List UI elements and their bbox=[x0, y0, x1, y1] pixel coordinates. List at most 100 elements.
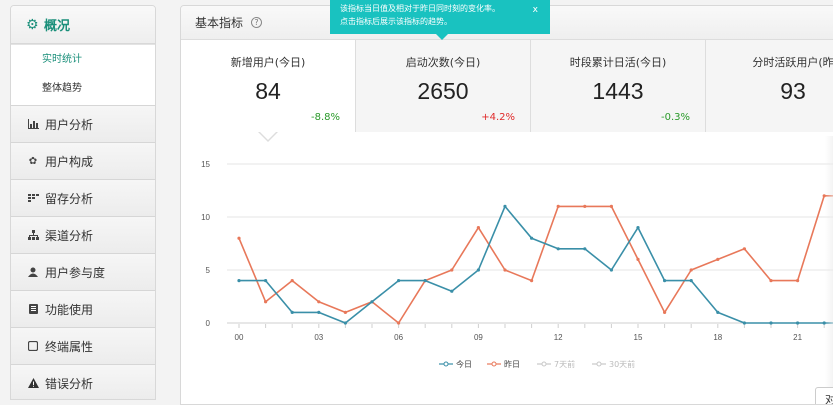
sidebar-subitem-realtime[interactable]: 实时统计 bbox=[11, 45, 155, 74]
data-point bbox=[556, 204, 560, 208]
tooltip-arrow bbox=[436, 34, 448, 40]
data-point bbox=[716, 257, 720, 261]
sidebar-item-label: 渠道分析 bbox=[45, 228, 94, 243]
y-tick-label: 0 bbox=[206, 319, 211, 328]
sidebar-item-label: 用户参与度 bbox=[45, 265, 106, 280]
sitemap-icon bbox=[27, 229, 39, 241]
data-point bbox=[609, 268, 613, 272]
legend-swatch-marker bbox=[491, 361, 497, 367]
data-point bbox=[689, 279, 693, 283]
warning-icon bbox=[27, 377, 39, 389]
data-point bbox=[583, 247, 587, 251]
sidebar-item-label: 用户构成 bbox=[45, 154, 94, 169]
data-point bbox=[742, 247, 747, 251]
data-point bbox=[476, 226, 480, 230]
sidebar-item-errors[interactable]: 错误分析 bbox=[11, 364, 155, 399]
data-point bbox=[609, 204, 613, 208]
sidebar-item-label: 用户分析 bbox=[45, 117, 94, 132]
active-metric-pointer bbox=[259, 131, 277, 140]
data-point bbox=[663, 310, 667, 314]
data-point bbox=[796, 321, 800, 325]
legend-swatch-marker bbox=[541, 361, 547, 367]
legend-label: 30天前 bbox=[609, 359, 635, 369]
data-point bbox=[450, 268, 454, 272]
data-point bbox=[370, 300, 374, 304]
data-point bbox=[689, 268, 693, 272]
data-point bbox=[237, 236, 241, 240]
data-point bbox=[317, 310, 321, 314]
data-point bbox=[290, 279, 294, 283]
x-tick-label: 00 bbox=[235, 333, 244, 342]
gear-icon: ⚙ bbox=[26, 16, 39, 33]
data-point bbox=[290, 310, 294, 314]
legend-label: 今日 bbox=[456, 359, 472, 369]
x-tick-label: 06 bbox=[394, 333, 403, 342]
data-point bbox=[343, 321, 347, 325]
data-point bbox=[530, 236, 534, 240]
legend-swatch-marker bbox=[443, 361, 449, 367]
data-point bbox=[716, 310, 720, 314]
sidebar-item-user-composition[interactable]: ✿ 用户构成 bbox=[11, 142, 155, 179]
legend-swatch-marker bbox=[596, 361, 602, 367]
data-point bbox=[317, 300, 321, 304]
sidebar-item-label: 终端属性 bbox=[45, 339, 94, 354]
x-tick-label: 18 bbox=[713, 333, 722, 342]
data-point bbox=[264, 279, 268, 283]
panel-edge-fade bbox=[825, 136, 833, 404]
y-tick-label: 10 bbox=[201, 213, 210, 222]
sidebar-item-retention[interactable]: 留存分析 bbox=[11, 179, 155, 216]
series-line-yesterday bbox=[238, 195, 833, 324]
sidebar-item-label: 留存分析 bbox=[45, 191, 94, 206]
data-point bbox=[583, 204, 587, 208]
data-point bbox=[742, 321, 747, 325]
data-point bbox=[769, 321, 773, 325]
data-point bbox=[397, 321, 401, 325]
trend-line-chart: 0 5 10 15 00 03 06 09 12 15 18 21 今日 昨日 7天前 30天前 bbox=[201, 160, 833, 369]
data-point bbox=[769, 279, 773, 283]
sidebar-header-label: 概况 bbox=[44, 19, 71, 34]
data-point bbox=[636, 226, 640, 230]
data-point bbox=[423, 279, 427, 283]
data-point bbox=[503, 204, 507, 208]
sidebar-header-overview[interactable]: ⚙ 概况 bbox=[11, 6, 155, 44]
sidebar-item-engagement[interactable]: 用户参与度 bbox=[11, 253, 155, 290]
users-cog-icon: ✿ bbox=[28, 155, 38, 167]
data-point bbox=[530, 279, 534, 283]
data-point bbox=[397, 279, 401, 283]
data-point bbox=[796, 279, 800, 283]
sidebar-item-label: 功能使用 bbox=[45, 302, 94, 317]
sidebar-item-user-analysis[interactable]: 用户分析 bbox=[11, 105, 155, 142]
main-panel: 基本指标 ? 新增用户(今日) 84 -8.8% 启动次数(今日) 2650 +… bbox=[180, 5, 833, 405]
tooltip-close-icon[interactable]: x bbox=[533, 4, 538, 17]
data-point bbox=[450, 289, 454, 293]
user-icon bbox=[27, 266, 39, 278]
sidebar-item-channel[interactable]: 渠道分析 bbox=[11, 216, 155, 253]
sidebar-item-device[interactable]: 终端属性 bbox=[11, 327, 155, 364]
sidebar-subitems: 实时统计 整体趋势 bbox=[11, 44, 155, 105]
data-point bbox=[503, 268, 507, 272]
y-tick-label: 15 bbox=[201, 160, 210, 169]
document-icon bbox=[27, 303, 39, 315]
y-tick-label: 5 bbox=[206, 266, 211, 275]
x-tick-label: 12 bbox=[554, 333, 563, 342]
data-point bbox=[264, 300, 268, 304]
data-point bbox=[556, 247, 560, 251]
retention-icon bbox=[27, 192, 39, 204]
sidebar-item-label: 错误分析 bbox=[45, 376, 94, 391]
data-point bbox=[476, 268, 480, 272]
legend-label: 昨日 bbox=[504, 359, 520, 369]
sidebar: ⚙ 概况 实时统计 整体趋势 用户分析 ✿ 用户构成 留存分析 渠道分析 用户参… bbox=[10, 5, 156, 400]
metric-tooltip: 该指标当日值及相对于昨日同时刻的变化率。 点击指标后展示该指标的趋势。 x bbox=[330, 0, 550, 34]
data-point bbox=[237, 279, 241, 283]
data-point bbox=[663, 279, 667, 283]
x-tick-label: 21 bbox=[793, 333, 802, 342]
sidebar-item-feature-usage[interactable]: 功能使用 bbox=[11, 290, 155, 327]
x-tick-label: 15 bbox=[634, 333, 643, 342]
legend-label: 7天前 bbox=[554, 359, 575, 369]
data-point bbox=[636, 257, 640, 261]
device-icon bbox=[27, 340, 39, 352]
sidebar-subitem-trend[interactable]: 整体趋势 bbox=[11, 74, 155, 103]
bar-chart-icon bbox=[27, 118, 39, 130]
tooltip-line2: 点击指标后展示该指标的趋势。 bbox=[340, 17, 452, 26]
compare-button[interactable]: 对 bbox=[815, 387, 833, 404]
